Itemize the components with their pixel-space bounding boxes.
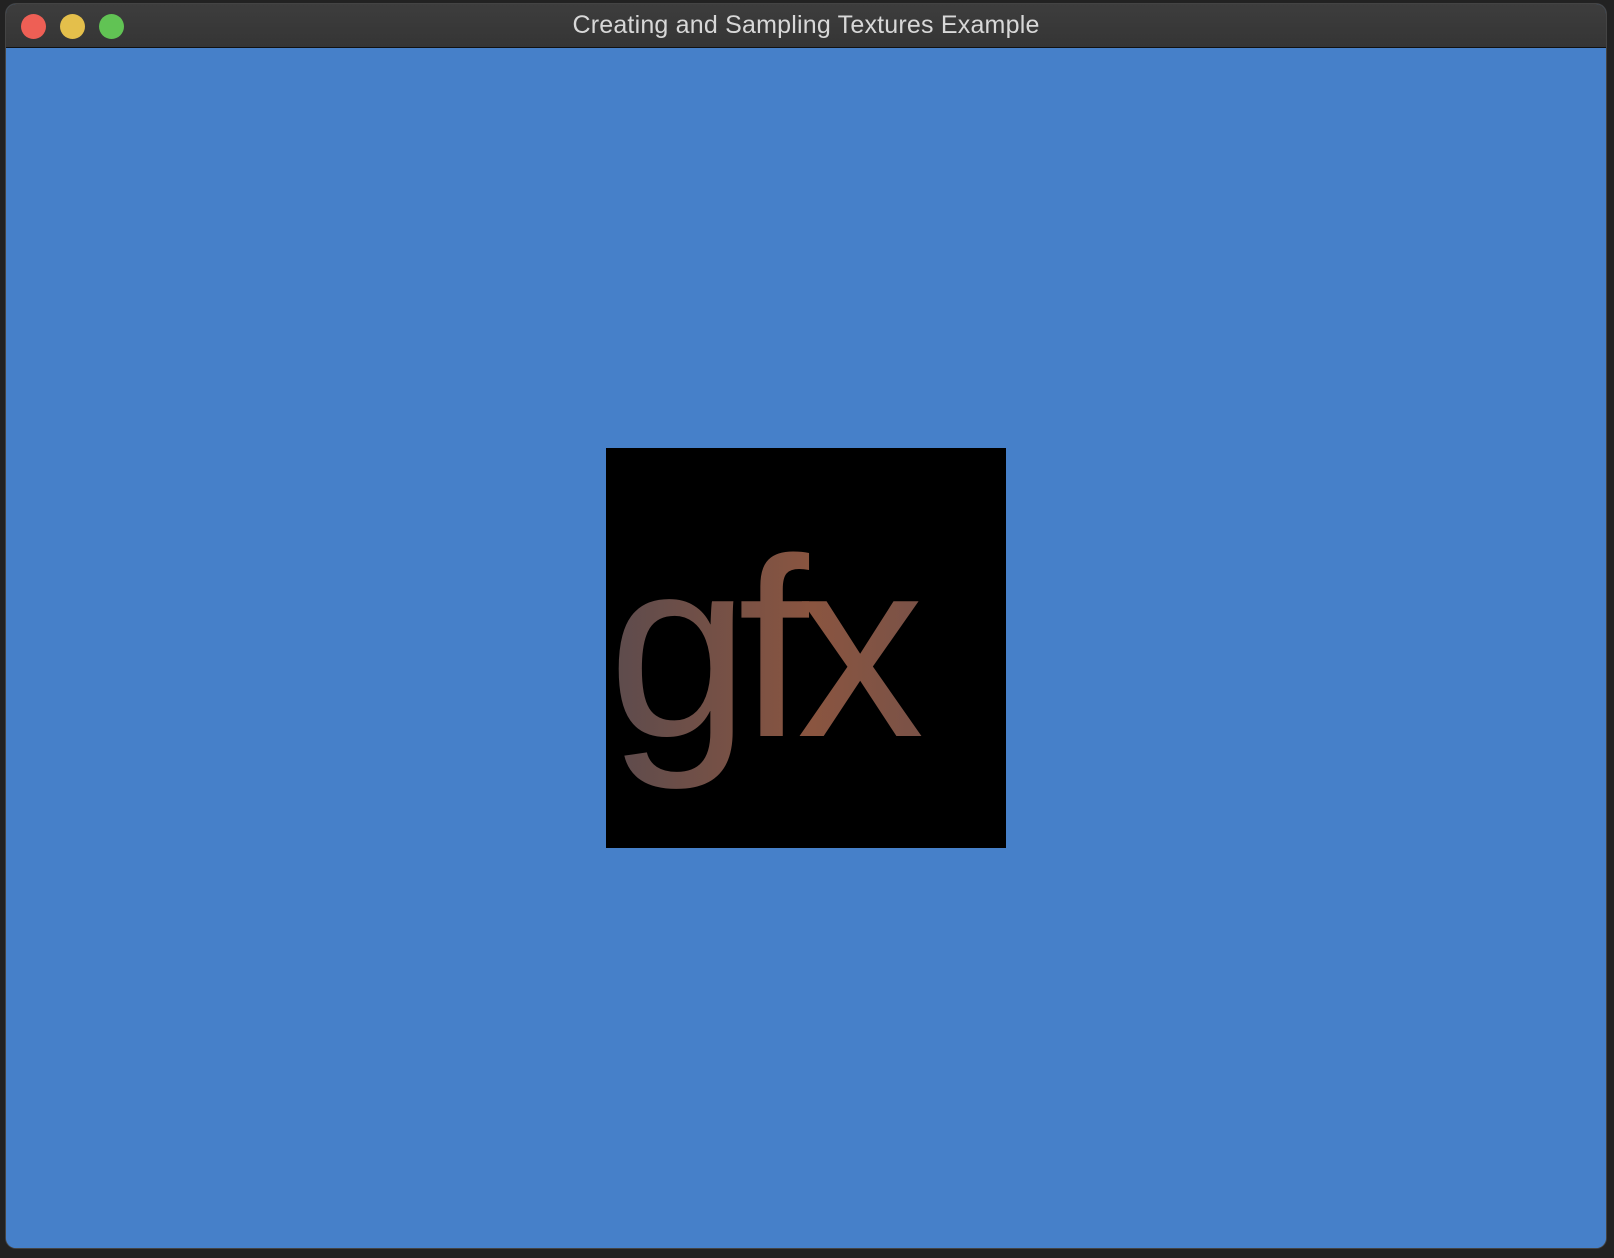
desktop: Creating and Sampling Textures Example g… (0, 0, 1614, 1258)
app-window: Creating and Sampling Textures Example g… (6, 4, 1606, 1248)
window-controls (21, 14, 124, 39)
render-viewport[interactable]: gfx (6, 48, 1606, 1248)
texture-text: gfx (608, 506, 922, 791)
maximize-button[interactable] (99, 14, 124, 39)
title-bar[interactable]: Creating and Sampling Textures Example (6, 4, 1606, 48)
minimize-button[interactable] (60, 14, 85, 39)
texture-image: gfx (606, 448, 1006, 848)
sampled-texture-quad: gfx (606, 448, 1006, 848)
window-title: Creating and Sampling Textures Example (572, 11, 1040, 39)
close-button[interactable] (21, 14, 46, 39)
